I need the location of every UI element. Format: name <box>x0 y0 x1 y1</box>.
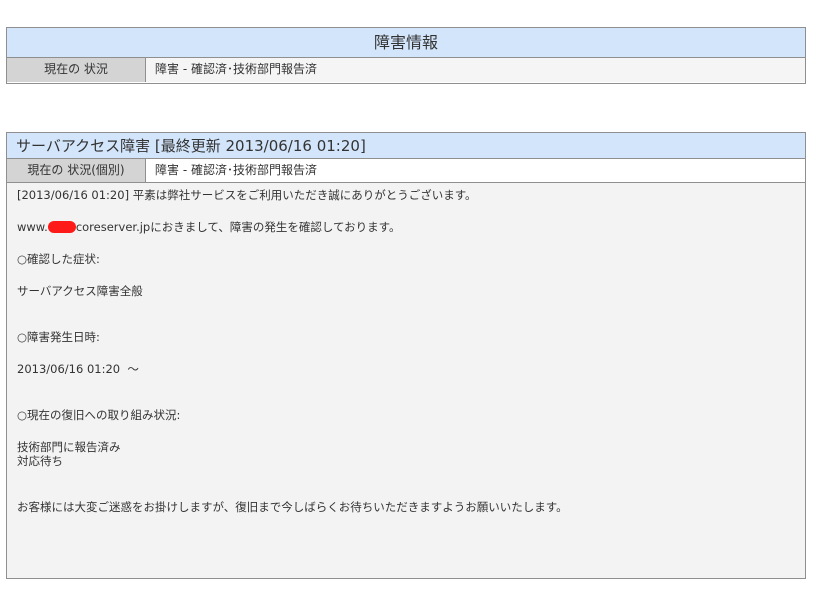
host-prefix: www. <box>17 220 48 234</box>
host-line: www. coreserver.jpにおきまして、障害の発生を確認しております。 <box>17 220 795 234</box>
date-heading: ○障害発生日時: <box>17 330 100 344</box>
current-status-value: 障害 - 確認済･技術部門報告済 <box>146 58 805 82</box>
greeting-text: [2013/06/16 01:20] 平素は弊社サービスをご利用いただき誠にあり… <box>17 188 477 202</box>
progress-value-2: 対応待ち <box>17 454 63 468</box>
progress-heading: ○現在の復旧への取り組み状況: <box>17 408 181 422</box>
current-status-row: 現在の 状況 障害 - 確認済･技術部門報告済 <box>7 58 805 82</box>
incident-title: サーバアクセス障害 [最終更新 2013/06/16 01:20] <box>7 133 805 159</box>
individual-status-row: 現在の 状況(個別) 障害 - 確認済･技術部門報告済 <box>7 159 805 183</box>
incident-info-panel: 障害情報 現在の 状況 障害 - 確認済･技術部門報告済 <box>6 27 806 84</box>
host-suffix: coreserver.jpにおきまして、障害の発生を確認しております。 <box>75 220 401 234</box>
current-status-label: 現在の 状況 <box>7 58 146 82</box>
symptom-value: サーバアクセス障害全般 <box>17 284 143 298</box>
incident-info-title: 障害情報 <box>7 28 805 58</box>
apology-text: お客様には大変ご迷惑をお掛けしますが、復旧まで今しばらくお待ちいただきますようお… <box>17 500 568 514</box>
progress-value-1: 技術部門に報告済み <box>17 440 121 454</box>
individual-status-value: 障害 - 確認済･技術部門報告済 <box>146 159 805 182</box>
individual-status-label: 現在の 状況(個別) <box>7 159 146 182</box>
server-access-incident-panel: サーバアクセス障害 [最終更新 2013/06/16 01:20] 現在の 状況… <box>6 132 806 579</box>
date-value: 2013/06/16 01:20 〜 <box>17 362 139 376</box>
redaction-mark <box>47 221 76 233</box>
incident-details: [2013/06/16 01:20] 平素は弊社サービスをご利用いただき誠にあり… <box>7 183 805 578</box>
symptom-heading: ○確認した症状: <box>17 252 100 266</box>
